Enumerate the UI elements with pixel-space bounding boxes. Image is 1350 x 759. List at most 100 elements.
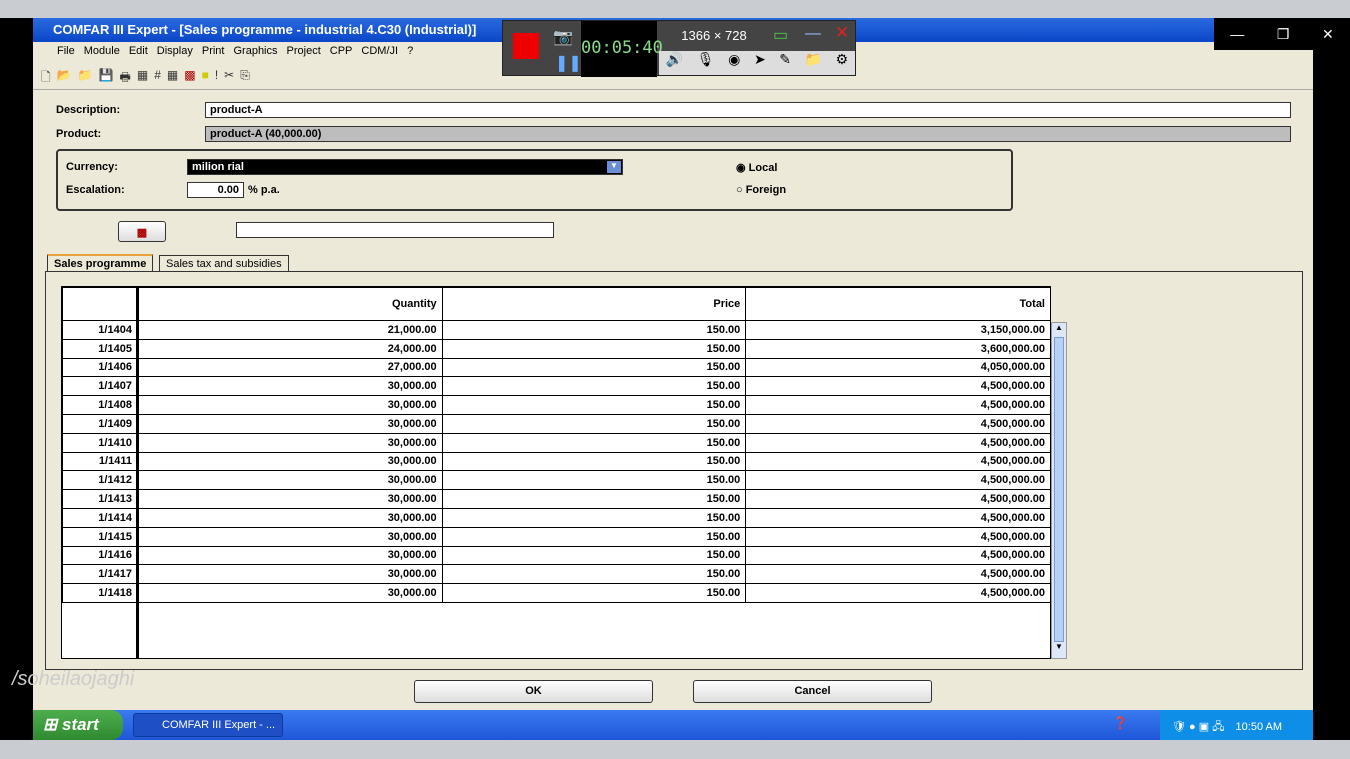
- shield-icon[interactable]: 🛡: [1172, 721, 1186, 733]
- grid-icon[interactable]: ▦: [167, 68, 178, 89]
- table-row[interactable]: 1/1404 21,000.00 150.00 3,150,000.00: [62, 320, 1051, 340]
- menu-item-module[interactable]: Module: [84, 45, 120, 62]
- quantity-cell[interactable]: 30,000.00: [136, 507, 443, 528]
- price-cell[interactable]: 150.00: [441, 526, 747, 547]
- table-row[interactable]: 1/1418 30,000.00 150.00 4,500,000.00: [62, 583, 1051, 603]
- help-icon[interactable]: ❓: [1113, 716, 1128, 730]
- minimize-icon[interactable]: —: [805, 25, 821, 43]
- table-row[interactable]: 1/1411 30,000.00 150.00 4,500,000.00: [62, 451, 1051, 472]
- quantity-cell[interactable]: 30,000.00: [136, 432, 443, 453]
- total-cell[interactable]: 4,500,000.00: [745, 583, 1051, 603]
- period-cell[interactable]: 1/1407: [62, 376, 138, 397]
- save-icon[interactable]: 💾: [99, 68, 114, 89]
- cut-icon[interactable]: ✂: [224, 68, 234, 89]
- table-row[interactable]: 1/1407 30,000.00 150.00 4,500,000.00: [62, 376, 1051, 397]
- menu-item-print[interactable]: Print: [202, 45, 225, 62]
- fullscreen-icon[interactable]: ▭: [773, 25, 788, 45]
- price-cell[interactable]: 150.00: [441, 545, 747, 566]
- scroll-up-icon[interactable]: ▲: [1052, 323, 1066, 337]
- currency-select[interactable]: milion rial ▼: [187, 159, 623, 175]
- webcam-icon[interactable]: ◉: [728, 51, 740, 75]
- chevron-down-icon[interactable]: ▼: [607, 161, 621, 173]
- price-cell[interactable]: 150.00: [441, 564, 747, 585]
- table-icon[interactable]: ▦: [137, 68, 148, 89]
- period-cell[interactable]: 1/1415: [62, 526, 138, 547]
- price-cell[interactable]: 150.00: [441, 583, 747, 603]
- open-icon[interactable]: 📂: [57, 68, 72, 89]
- menu-item-display[interactable]: Display: [157, 45, 193, 62]
- price-cell[interactable]: 150.00: [441, 413, 747, 434]
- table-row[interactable]: 1/1406 27,000.00 150.00 4,050,000.00: [62, 357, 1051, 378]
- table-row[interactable]: 1/1412 30,000.00 150.00 4,500,000.00: [62, 470, 1051, 491]
- total-cell[interactable]: 3,150,000.00: [745, 320, 1051, 340]
- period-cell[interactable]: 1/1405: [62, 338, 138, 359]
- cancel-button[interactable]: Cancel: [693, 680, 932, 703]
- price-cell[interactable]: 150.00: [441, 320, 747, 340]
- total-cell[interactable]: 4,500,000.00: [745, 526, 1051, 547]
- total-cell[interactable]: 4,500,000.00: [745, 432, 1051, 453]
- period-cell[interactable]: 1/1418: [62, 583, 138, 603]
- total-cell[interactable]: 4,500,000.00: [745, 395, 1051, 415]
- quantity-cell[interactable]: 30,000.00: [136, 489, 443, 509]
- pen-icon[interactable]: ✎: [779, 51, 791, 75]
- tab-sales-tax[interactable]: Sales tax and subsidies: [159, 255, 289, 272]
- scroll-thumb[interactable]: [1054, 337, 1064, 642]
- gear-icon[interactable]: ⚙: [836, 51, 849, 75]
- total-cell[interactable]: 4,500,000.00: [745, 451, 1051, 472]
- folder-icon[interactable]: 📁: [805, 51, 822, 75]
- speaker-icon[interactable]: 🔊: [666, 51, 683, 75]
- quantity-cell[interactable]: 30,000.00: [136, 451, 443, 472]
- table-row[interactable]: 1/1413 30,000.00 150.00 4,500,000.00: [62, 489, 1051, 509]
- menu-item-cdmji[interactable]: CDM/JI: [361, 45, 398, 62]
- quantity-cell[interactable]: 24,000.00: [136, 338, 443, 359]
- copy-icon[interactable]: ⎘: [240, 68, 250, 89]
- close-icon[interactable]: ✕: [1322, 26, 1334, 43]
- total-cell[interactable]: 4,500,000.00: [745, 489, 1051, 509]
- menu-item-graphics[interactable]: Graphics: [233, 45, 277, 62]
- hash-icon[interactable]: #: [154, 68, 161, 89]
- table-row[interactable]: 1/1410 30,000.00 150.00 4,500,000.00: [62, 432, 1051, 453]
- menu-item-project[interactable]: Project: [287, 45, 321, 62]
- start-button[interactable]: ⊞ start: [33, 710, 123, 740]
- quantity-cell[interactable]: 21,000.00: [136, 320, 443, 340]
- microphone-icon[interactable]: 🎙: [697, 51, 715, 75]
- table-row[interactable]: 1/1405 24,000.00 150.00 3,600,000.00: [62, 338, 1051, 359]
- period-cell[interactable]: 1/1409: [62, 413, 138, 434]
- price-cell[interactable]: 150.00: [441, 432, 747, 453]
- price-cell[interactable]: 150.00: [441, 357, 747, 378]
- note-icon[interactable]: ■: [202, 68, 209, 89]
- calculator-button[interactable]: ▩: [118, 221, 166, 242]
- quantity-cell[interactable]: 30,000.00: [136, 583, 443, 603]
- restore-icon[interactable]: ❐: [1277, 26, 1290, 43]
- total-cell[interactable]: 4,500,000.00: [745, 413, 1051, 434]
- period-cell[interactable]: 1/1416: [62, 545, 138, 566]
- quantity-cell[interactable]: 30,000.00: [136, 395, 443, 415]
- price-cell[interactable]: 150.00: [441, 451, 747, 472]
- period-cell[interactable]: 1/1412: [62, 470, 138, 491]
- antivirus-icon[interactable]: ●: [1189, 721, 1196, 733]
- total-cell[interactable]: 4,050,000.00: [745, 357, 1051, 378]
- period-cell[interactable]: 1/1404: [62, 320, 138, 340]
- cursor-icon[interactable]: ➤: [754, 51, 766, 75]
- quantity-cell[interactable]: 30,000.00: [136, 470, 443, 491]
- description-input[interactable]: product-A: [205, 102, 1291, 118]
- radio-local[interactable]: ◉ Local: [736, 161, 777, 174]
- quantity-cell[interactable]: 30,000.00: [136, 376, 443, 397]
- scroll-down-icon[interactable]: ▼: [1052, 642, 1066, 656]
- vm-icon[interactable]: ▣: [1199, 721, 1209, 733]
- total-cell[interactable]: 3,600,000.00: [745, 338, 1051, 359]
- print-icon[interactable]: 🖶: [120, 68, 131, 89]
- price-cell[interactable]: 150.00: [441, 376, 747, 397]
- price-cell[interactable]: 150.00: [441, 395, 747, 415]
- period-cell[interactable]: 1/1408: [62, 395, 138, 415]
- alert-icon[interactable]: !: [215, 68, 218, 89]
- taskbar-item-comfar[interactable]: COMFAR III Expert - ...: [133, 713, 283, 737]
- period-cell[interactable]: 1/1413: [62, 489, 138, 509]
- table-row[interactable]: 1/1409 30,000.00 150.00 4,500,000.00: [62, 413, 1051, 434]
- quantity-cell[interactable]: 30,000.00: [136, 526, 443, 547]
- tab-sales-programme[interactable]: Sales programme: [47, 254, 154, 271]
- minimize-icon[interactable]: —: [1230, 26, 1244, 42]
- quantity-cell[interactable]: 30,000.00: [136, 413, 443, 434]
- table-row[interactable]: 1/1417 30,000.00 150.00 4,500,000.00: [62, 564, 1051, 585]
- close-icon[interactable]: ✕: [835, 23, 849, 43]
